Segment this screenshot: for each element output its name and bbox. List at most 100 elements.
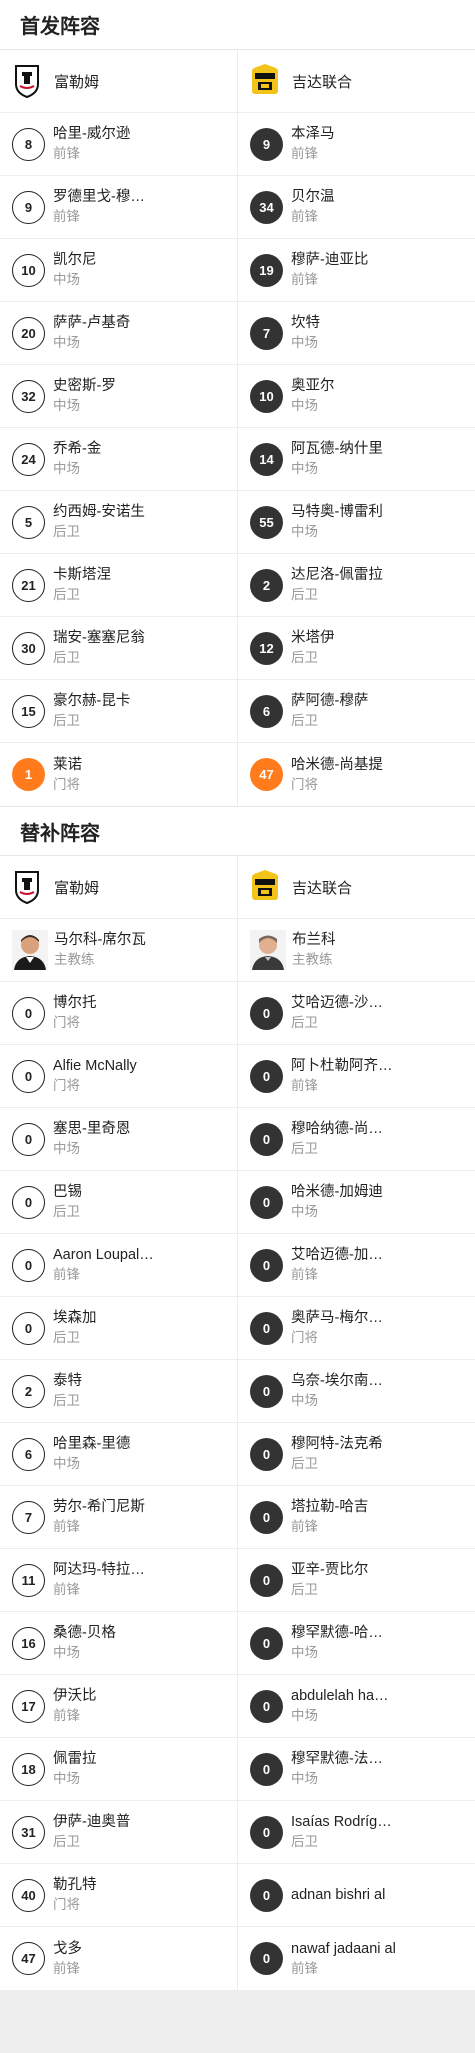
player-row[interactable]: 0 nawaf jadaani al 前锋 [238,1927,475,1990]
player-row[interactable]: 0 奥萨马-梅尔… 门将 [238,1297,475,1360]
player-row[interactable]: 15 豪尔赫-昆卡 后卫 [0,680,237,743]
coach-name: 布兰科 [292,932,336,948]
player-row[interactable]: 0 埃森加 后卫 [0,1297,237,1360]
player-row[interactable]: 0 阿卜杜勒阿齐… 前锋 [238,1045,475,1108]
away-coach-row[interactable]: 布兰科 主教练 [238,919,475,982]
player-row[interactable]: 40 勒孔特 门将 [0,1864,237,1927]
player-row[interactable]: 0 穆哈纳德-尚… 后卫 [238,1108,475,1171]
shirt-number-badge: 0 [250,1311,283,1345]
substitutes-panel: 替补阵容 富勒姆 马尔科-席尔瓦 主教练 0 博尔托 门将 0 Alfie McNally 门将… [0,806,475,1990]
player-position: 前锋 [291,1078,318,1093]
away-team-header[interactable]: 吉达联合 [238,50,475,113]
player-info: 泰特 后卫 [53,1371,82,1411]
home-team-header[interactable]: 富勒姆 [0,50,237,113]
player-row[interactable]: 0 亚辛-贾比尔 后卫 [238,1549,475,1612]
player-position: 前锋 [53,1267,80,1282]
player-row[interactable]: 0 塔拉勒-哈吉 前锋 [238,1486,475,1549]
player-row[interactable]: 24 乔希-金 中场 [0,428,237,491]
player-row[interactable]: 9 罗德里戈-穆… 前锋 [0,176,237,239]
shirt-number-badge: 0 [12,996,45,1030]
player-row[interactable]: 14 阿瓦德-纳什里 中场 [238,428,475,491]
shirt-number-badge: 47 [250,758,283,791]
player-info: 卡斯塔涅 后卫 [53,565,111,605]
player-row[interactable]: 0 穆罕默德-哈… 中场 [238,1612,475,1675]
player-row[interactable]: 19 穆萨-迪亚比 前锋 [238,239,475,302]
player-row[interactable]: 1 莱诺 门将 [0,743,237,806]
player-row[interactable]: 7 劳尔-希门尼斯 前锋 [0,1486,237,1549]
player-name: 哈米德-尚基提 [291,756,383,773]
player-row[interactable]: 5 约西姆-安诺生 后卫 [0,491,237,554]
player-row[interactable]: 32 史密斯-罗 中场 [0,365,237,428]
shirt-number-badge: 0 [250,1878,283,1912]
player-row[interactable]: 21 卡斯塔涅 后卫 [0,554,237,617]
player-name: 劳尔-希门尼斯 [53,1499,145,1515]
player-row[interactable]: 30 瑞安-塞塞尼翁 后卫 [0,617,237,680]
player-info: 萨萨-卢基奇 中场 [53,313,130,353]
shirt-number-badge: 9 [250,127,283,161]
player-row[interactable]: 0 Alfie McNally 门将 [0,1045,237,1108]
player-info: 哈里-威尔逊 前锋 [53,124,130,164]
player-name: 佩雷拉 [53,1751,97,1767]
player-row[interactable]: 2 达尼洛-佩雷拉 后卫 [238,554,475,617]
player-info: 桑德-贝格 中场 [53,1623,116,1663]
player-name: 哈米德-加姆迪 [291,1184,383,1200]
player-name: 奥亚尔 [291,378,335,394]
player-row[interactable]: 55 马特奥-博雷利 中场 [238,491,475,554]
player-row[interactable]: 7 坎特 中场 [238,302,475,365]
player-row[interactable]: 20 萨萨-卢基奇 中场 [0,302,237,365]
away-team-header[interactable]: 吉达联合 [238,856,475,919]
player-row[interactable]: 0 乌奈-埃尔南… 中场 [238,1360,475,1423]
player-position: 后卫 [53,1204,80,1219]
player-row[interactable]: 18 佩雷拉 中场 [0,1738,237,1801]
shirt-number-badge: 2 [12,1374,45,1408]
player-row[interactable]: 34 贝尔温 前锋 [238,176,475,239]
player-row[interactable]: 10 奥亚尔 中场 [238,365,475,428]
player-position: 前锋 [291,1960,318,1976]
player-row[interactable]: 10 凯尔尼 中场 [0,239,237,302]
player-row[interactable]: 2 泰特 后卫 [0,1360,237,1423]
player-row[interactable]: 16 桑德-贝格 中场 [0,1612,237,1675]
player-row[interactable]: 6 哈里森-里德 中场 [0,1423,237,1486]
player-name: 卡斯塔涅 [53,567,111,583]
player-row[interactable]: 0 abdulelah ha… 中场 [238,1675,475,1738]
player-row[interactable]: 8 哈里-威尔逊 前锋 [0,113,237,176]
player-row[interactable]: 0 Aaron Loupal… 前锋 [0,1234,237,1297]
player-row[interactable]: 0 穆阿特-法克希 后卫 [238,1423,475,1486]
shirt-number-badge: 1 [12,758,45,791]
player-row[interactable]: 0 艾哈迈德-沙… 后卫 [238,982,475,1045]
player-row[interactable]: 31 伊萨-迪奥普 后卫 [0,1801,237,1864]
player-row[interactable]: 0 Isaías Rodríg… 后卫 [238,1801,475,1864]
player-position: 前锋 [291,209,318,224]
player-position: 前锋 [53,1582,80,1597]
player-info: 米塔伊 后卫 [291,628,335,668]
player-info: 穆萨-迪亚比 前锋 [291,250,368,290]
player-row[interactable]: 47 哈米德-尚基提 门将 [238,743,475,806]
player-row[interactable]: 9 本泽马 前锋 [238,113,475,176]
player-row[interactable]: 6 萨阿德-穆萨 后卫 [238,680,475,743]
player-position: 门将 [53,1078,80,1093]
player-row[interactable]: 11 阿达玛-特拉… 前锋 [0,1549,237,1612]
player-row[interactable]: 17 伊沃比 前锋 [0,1675,237,1738]
player-row[interactable]: 0 哈米德-加姆迪 中场 [238,1171,475,1234]
home-team-name: 富勒姆 [54,73,100,91]
player-info: 佩雷拉 中场 [53,1749,97,1789]
player-row[interactable]: 0 adnan bishri al [238,1864,475,1927]
player-position: 中场 [291,524,318,539]
player-row[interactable]: 0 穆罕默德-法… 中场 [238,1738,475,1801]
player-row[interactable]: 0 艾哈迈德-加… 前锋 [238,1234,475,1297]
shirt-number-badge: 11 [12,1563,45,1597]
player-row[interactable]: 0 巴锡 后卫 [0,1171,237,1234]
al-ittihad-crest-icon [250,63,280,99]
player-info: 巴锡 后卫 [53,1182,82,1222]
player-row[interactable]: 0 博尔托 门将 [0,982,237,1045]
shirt-number-badge: 21 [12,568,45,602]
player-name: nawaf jadaani al [291,1940,396,1957]
player-row[interactable]: 47 戈多 前锋 [0,1927,237,1990]
player-row[interactable]: 12 米塔伊 后卫 [238,617,475,680]
home-team-header[interactable]: 富勒姆 [0,856,237,919]
player-info: 阿瓦德-纳什里 中场 [291,439,383,479]
home-coach-row[interactable]: 马尔科-席尔瓦 主教练 [0,919,237,982]
player-row[interactable]: 0 塞思-里奇恩 中场 [0,1108,237,1171]
player-info: 瑞安-塞塞尼翁 后卫 [53,628,145,668]
player-name: 阿卜杜勒阿齐… [291,1058,393,1074]
